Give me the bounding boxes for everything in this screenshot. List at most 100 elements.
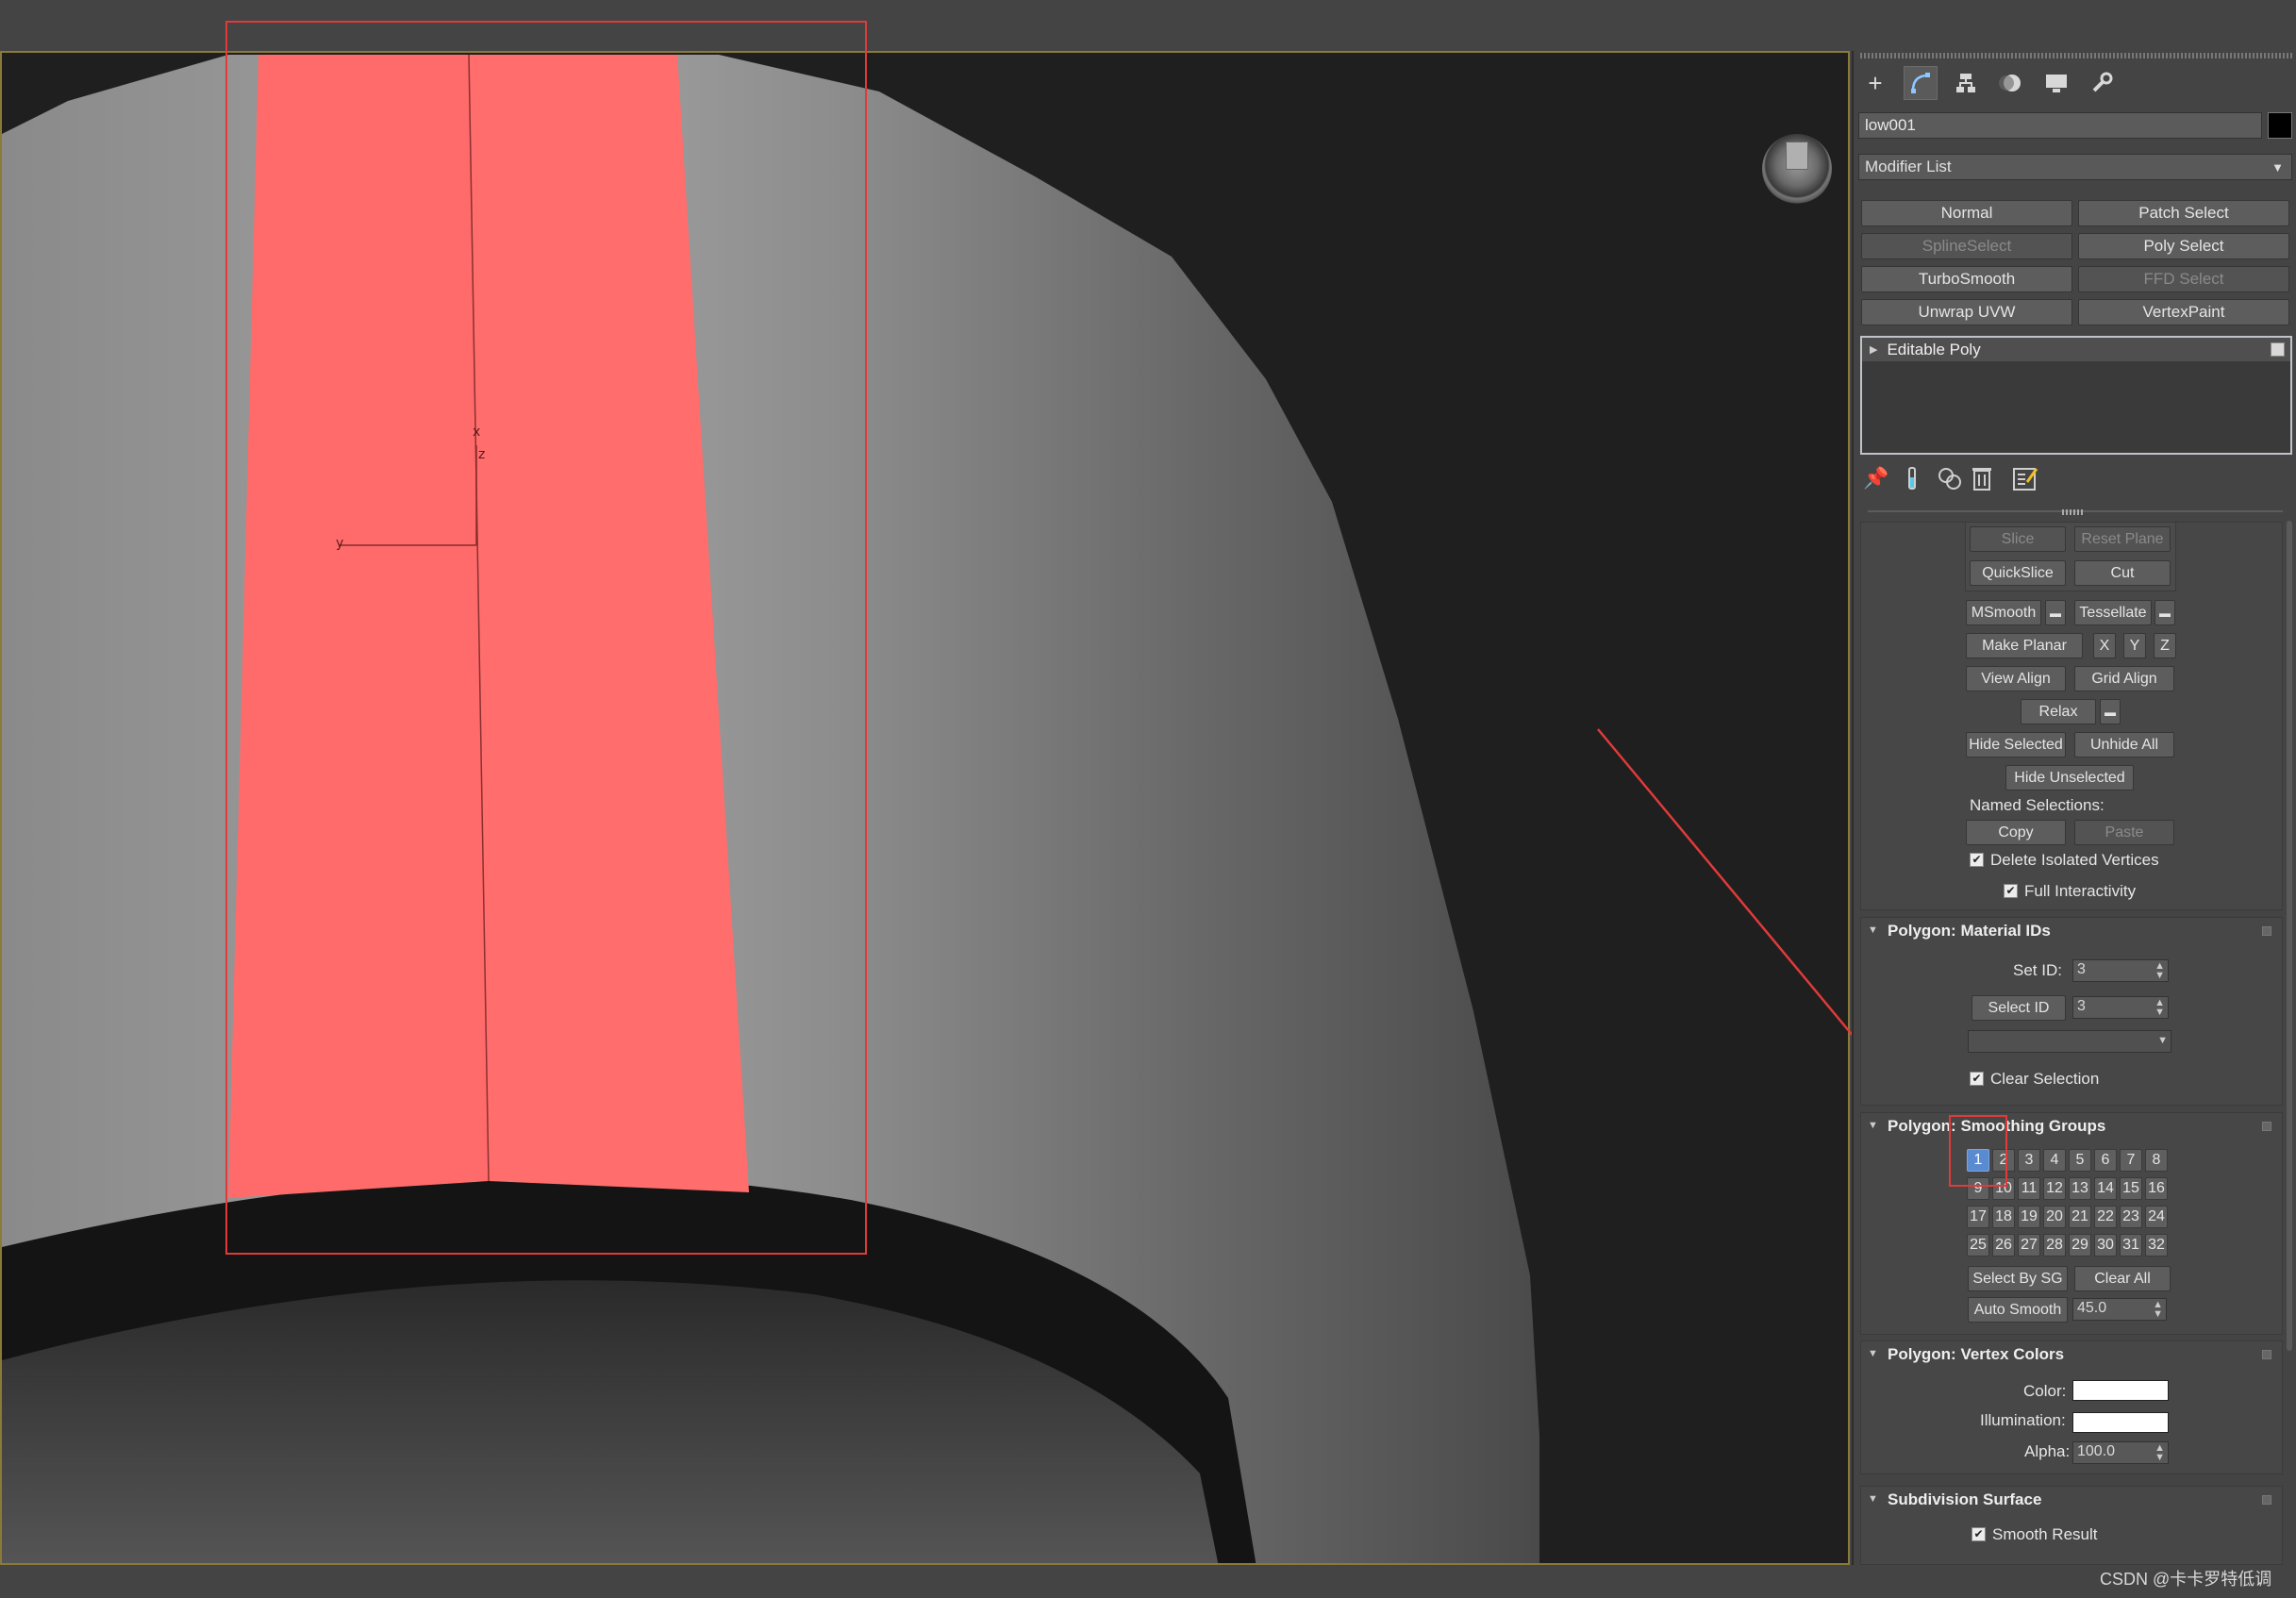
material-ids-title[interactable]: Polygon: Material IDs bbox=[1888, 922, 2051, 940]
smoothing-group-button[interactable]: 25 bbox=[1967, 1234, 1989, 1257]
relax-settings-icon[interactable]: ▬ bbox=[2100, 699, 2121, 724]
modifier-button-turbosmooth[interactable]: TurboSmooth bbox=[1861, 266, 2072, 292]
smoothing-group-button[interactable]: 15 bbox=[2120, 1177, 2142, 1200]
hierarchy-icon[interactable] bbox=[1949, 66, 1983, 100]
smoothing-group-button[interactable]: 16 bbox=[2145, 1177, 2168, 1200]
smoothing-group-button[interactable]: 17 bbox=[1967, 1206, 1989, 1228]
motion-icon[interactable] bbox=[1994, 66, 2028, 100]
show-end-result-icon[interactable] bbox=[1898, 464, 1926, 492]
rollout-options-icon[interactable] bbox=[2262, 1495, 2271, 1505]
illumination-swatch[interactable] bbox=[2072, 1412, 2169, 1433]
spinner-arrows-icon[interactable]: ▲ ▼ bbox=[2155, 1443, 2165, 1463]
rollout-collapse-icon[interactable]: ▼ bbox=[1868, 924, 1878, 936]
smoothing-group-button[interactable]: 21 bbox=[2069, 1206, 2091, 1228]
hide-selected-button[interactable]: Hide Selected bbox=[1966, 732, 2066, 757]
alpha-spinner[interactable]: 100.0 ▲ ▼ bbox=[2072, 1441, 2169, 1464]
smooth-result-checkbox[interactable]: ✔ bbox=[1972, 1527, 1986, 1541]
auto-smooth-threshold-spinner[interactable]: 45.0 ▲ ▼ bbox=[2072, 1298, 2167, 1321]
expand-triangle-icon[interactable]: ▶ bbox=[1870, 343, 1877, 356]
modifier-list-dropdown[interactable]: Modifier List ▼ bbox=[1858, 154, 2292, 180]
planar-x-button[interactable]: X bbox=[2093, 633, 2116, 658]
relax-button[interactable]: Relax bbox=[2021, 699, 2096, 724]
smoothing-group-button[interactable]: 26 bbox=[1992, 1234, 2015, 1257]
delete-isolated-checkbox[interactable]: ✔ bbox=[1970, 853, 1984, 867]
rollout-options-icon[interactable] bbox=[2262, 1122, 2271, 1131]
pin-stack-icon[interactable]: 📌 bbox=[1862, 464, 1890, 492]
utilities-icon[interactable] bbox=[2085, 66, 2119, 100]
planar-y-button[interactable]: Y bbox=[2123, 633, 2146, 658]
smoothing-group-button[interactable]: 19 bbox=[2018, 1206, 2040, 1228]
smoothing-group-button[interactable]: 11 bbox=[2018, 1177, 2040, 1200]
smoothing-group-button[interactable]: 28 bbox=[2043, 1234, 2066, 1257]
object-name-field[interactable]: low001 bbox=[1858, 112, 2262, 139]
modifier-button-vertexpaint[interactable]: VertexPaint bbox=[2078, 299, 2289, 325]
clear-all-button[interactable]: Clear All bbox=[2074, 1266, 2171, 1291]
select-id-button[interactable]: Select ID bbox=[1972, 995, 2066, 1021]
unhide-all-button[interactable]: Unhide All bbox=[2074, 732, 2174, 757]
create-icon[interactable]: + bbox=[1858, 66, 1892, 100]
hide-unselected-button[interactable]: Hide Unselected bbox=[2005, 765, 2134, 791]
modify-icon[interactable] bbox=[1904, 66, 1938, 100]
smoothing-group-button[interactable]: 3 bbox=[2018, 1149, 2040, 1172]
tessellate-button[interactable]: Tessellate bbox=[2074, 600, 2152, 625]
divider-grip[interactable] bbox=[2062, 509, 2085, 515]
smoothing-group-button[interactable]: 23 bbox=[2120, 1206, 2142, 1228]
smoothing-group-button[interactable]: 22 bbox=[2094, 1206, 2117, 1228]
paste-button[interactable]: Paste bbox=[2074, 820, 2174, 845]
smoothing-group-button[interactable]: 20 bbox=[2043, 1206, 2066, 1228]
spinner-arrows-icon[interactable]: ▲ ▼ bbox=[2153, 1300, 2163, 1320]
smoothing-group-button[interactable]: 7 bbox=[2120, 1149, 2142, 1172]
smoothing-group-button[interactable]: 14 bbox=[2094, 1177, 2117, 1200]
smoothing-group-button[interactable]: 8 bbox=[2145, 1149, 2168, 1172]
smoothing-group-button[interactable]: 18 bbox=[1992, 1206, 2015, 1228]
smoothing-group-button[interactable]: 4 bbox=[2043, 1149, 2066, 1172]
modifier-button-normal[interactable]: Normal bbox=[1861, 200, 2072, 226]
smoothing-group-button[interactable]: 32 bbox=[2145, 1234, 2168, 1257]
vertex-color-swatch[interactable] bbox=[2072, 1380, 2169, 1401]
smoothing-group-button[interactable]: 13 bbox=[2069, 1177, 2091, 1200]
spinner-arrows-icon[interactable]: ▲ ▼ bbox=[2155, 961, 2165, 981]
smoothing-group-button[interactable]: 5 bbox=[2069, 1149, 2091, 1172]
cut-button[interactable]: Cut bbox=[2074, 560, 2171, 586]
material-name-dropdown[interactable]: ▼ bbox=[1968, 1030, 2171, 1053]
full-interactivity-checkbox[interactable]: ✔ bbox=[2004, 884, 2018, 898]
copy-button[interactable]: Copy bbox=[1966, 820, 2066, 845]
configure-modifier-sets-icon[interactable] bbox=[2011, 464, 2039, 492]
stack-item-toggle[interactable] bbox=[2271, 342, 2285, 357]
smoothing-group-button[interactable]: 29 bbox=[2069, 1234, 2091, 1257]
spinner-arrows-icon[interactable]: ▲ ▼ bbox=[2155, 998, 2165, 1018]
slice-button[interactable]: Slice bbox=[1970, 526, 2066, 552]
tessellate-settings-icon[interactable]: ▬ bbox=[2155, 600, 2175, 625]
object-color-swatch[interactable] bbox=[2268, 112, 2292, 139]
subdivision-surface-title[interactable]: Subdivision Surface bbox=[1888, 1490, 2041, 1509]
modifier-button-unwrap-uvw[interactable]: Unwrap UVW bbox=[1861, 299, 2072, 325]
msmooth-button[interactable]: MSmooth bbox=[1966, 600, 2041, 625]
rollout-options-icon[interactable] bbox=[2262, 1350, 2271, 1359]
rollout-collapse-icon[interactable]: ▼ bbox=[1868, 1348, 1878, 1359]
quickslice-button[interactable]: QuickSlice bbox=[1970, 560, 2066, 586]
rollout-options-icon[interactable] bbox=[2262, 926, 2271, 936]
clear-selection-checkbox[interactable]: ✔ bbox=[1970, 1072, 1984, 1086]
modifier-button-splineselect[interactable]: SplineSelect bbox=[1861, 233, 2072, 259]
modifier-button-patch-select[interactable]: Patch Select bbox=[2078, 200, 2289, 226]
auto-smooth-button[interactable]: Auto Smooth bbox=[1968, 1297, 2068, 1323]
msmooth-settings-icon[interactable]: ▬ bbox=[2045, 600, 2066, 625]
smoothing-group-button[interactable]: 30 bbox=[2094, 1234, 2117, 1257]
panel-scrollbar[interactable] bbox=[2287, 521, 2292, 1351]
panel-grip[interactable] bbox=[1860, 53, 2294, 58]
modifier-button-poly-select[interactable]: Poly Select bbox=[2078, 233, 2289, 259]
make-unique-icon[interactable] bbox=[1936, 464, 1964, 492]
smoothing-group-button[interactable]: 31 bbox=[2120, 1234, 2142, 1257]
select-id-spinner[interactable]: 3 ▲ ▼ bbox=[2072, 996, 2169, 1019]
smoothing-group-button[interactable]: 24 bbox=[2145, 1206, 2168, 1228]
smoothing-group-button[interactable]: 27 bbox=[2018, 1234, 2040, 1257]
vertex-colors-title[interactable]: Polygon: Vertex Colors bbox=[1888, 1345, 2064, 1364]
smoothing-group-button[interactable]: 6 bbox=[2094, 1149, 2117, 1172]
rollout-collapse-icon[interactable]: ▼ bbox=[1868, 1120, 1878, 1131]
select-by-sg-button[interactable]: Select By SG bbox=[1968, 1266, 2068, 1291]
view-align-button[interactable]: View Align bbox=[1966, 666, 2066, 691]
modifier-button-ffd-select[interactable]: FFD Select bbox=[2078, 266, 2289, 292]
remove-modifier-icon[interactable] bbox=[1968, 464, 1996, 492]
display-icon[interactable] bbox=[2039, 66, 2073, 100]
rollout-collapse-icon[interactable]: ▼ bbox=[1868, 1493, 1878, 1505]
